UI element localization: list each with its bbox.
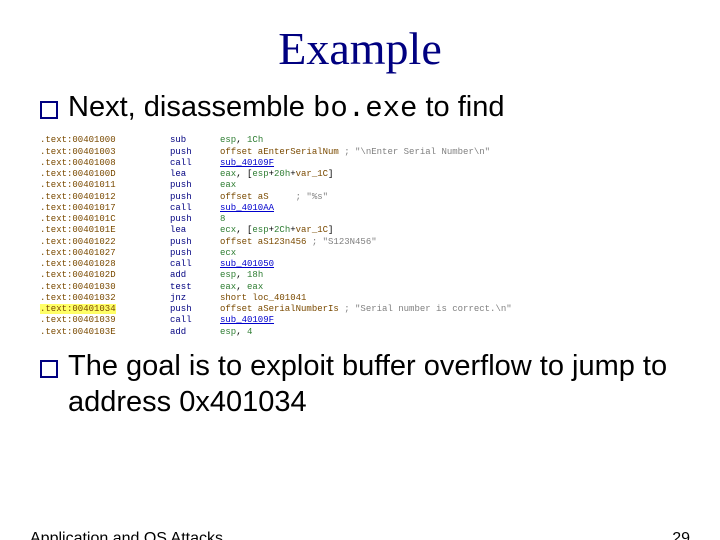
disasm-row: .text:00401017callsub_4010AA <box>40 203 720 214</box>
bullet-text-1: Next, disassemble bo.exe to find <box>68 89 504 127</box>
disasm-row: .text:00401022pushoffset aS123n456 ; "S1… <box>40 237 720 248</box>
disasm-row: .text:00401027pushecx <box>40 248 720 259</box>
disasm-row: .text:00401028callsub_401050 <box>40 259 720 270</box>
disasm-row: .text:00401000subesp, 1Ch <box>40 135 720 146</box>
disasm-row: .text:00401034pushoffset aSerialNumberIs… <box>40 304 720 315</box>
disasm-row: .text:0040100Dleaeax, [esp+20h+var_1C] <box>40 169 720 180</box>
disasm-row: .text:00401012pushoffset aS ; "%s" <box>40 192 720 203</box>
disasm-row: .text:00401003pushoffset aEnterSerialNum… <box>40 147 720 158</box>
footer: Application and OS Attacks 29 <box>30 530 690 540</box>
disasm-row: .text:00401011pusheax <box>40 180 720 191</box>
disasm-row: .text:00401039callsub_40109F <box>40 315 720 326</box>
slide: Example Next, disassemble bo.exe to find… <box>0 22 720 540</box>
footer-left: Application and OS Attacks <box>30 530 223 540</box>
disasm-row: .text:0040101Cpush8 <box>40 214 720 225</box>
disasm-row: .text:00401032jnzshort loc_401041 <box>40 293 720 304</box>
bullet-text-2: The goal is to exploit buffer overflow t… <box>68 348 690 421</box>
disasm-row: .text:0040102Daddesp, 18h <box>40 270 720 281</box>
slide-number: 29 <box>672 530 690 540</box>
bullet-item-2: The goal is to exploit buffer overflow t… <box>40 348 690 421</box>
disasm-row: .text:00401030testeax, eax <box>40 282 720 293</box>
disasm-row: .text:0040101Eleaecx, [esp+2Ch+var_1C] <box>40 225 720 236</box>
disasm-row: .text:0040103Eaddesp, 4 <box>40 327 720 338</box>
disassembly-listing: .text:00401000subesp, 1Ch.text:00401003p… <box>40 135 720 338</box>
disasm-row: .text:00401008callsub_40109F <box>40 158 720 169</box>
bullet-item-1: Next, disassemble bo.exe to find <box>40 89 690 127</box>
slide-title: Example <box>0 22 720 75</box>
square-bullet-icon <box>40 101 58 119</box>
square-bullet-icon <box>40 360 58 378</box>
